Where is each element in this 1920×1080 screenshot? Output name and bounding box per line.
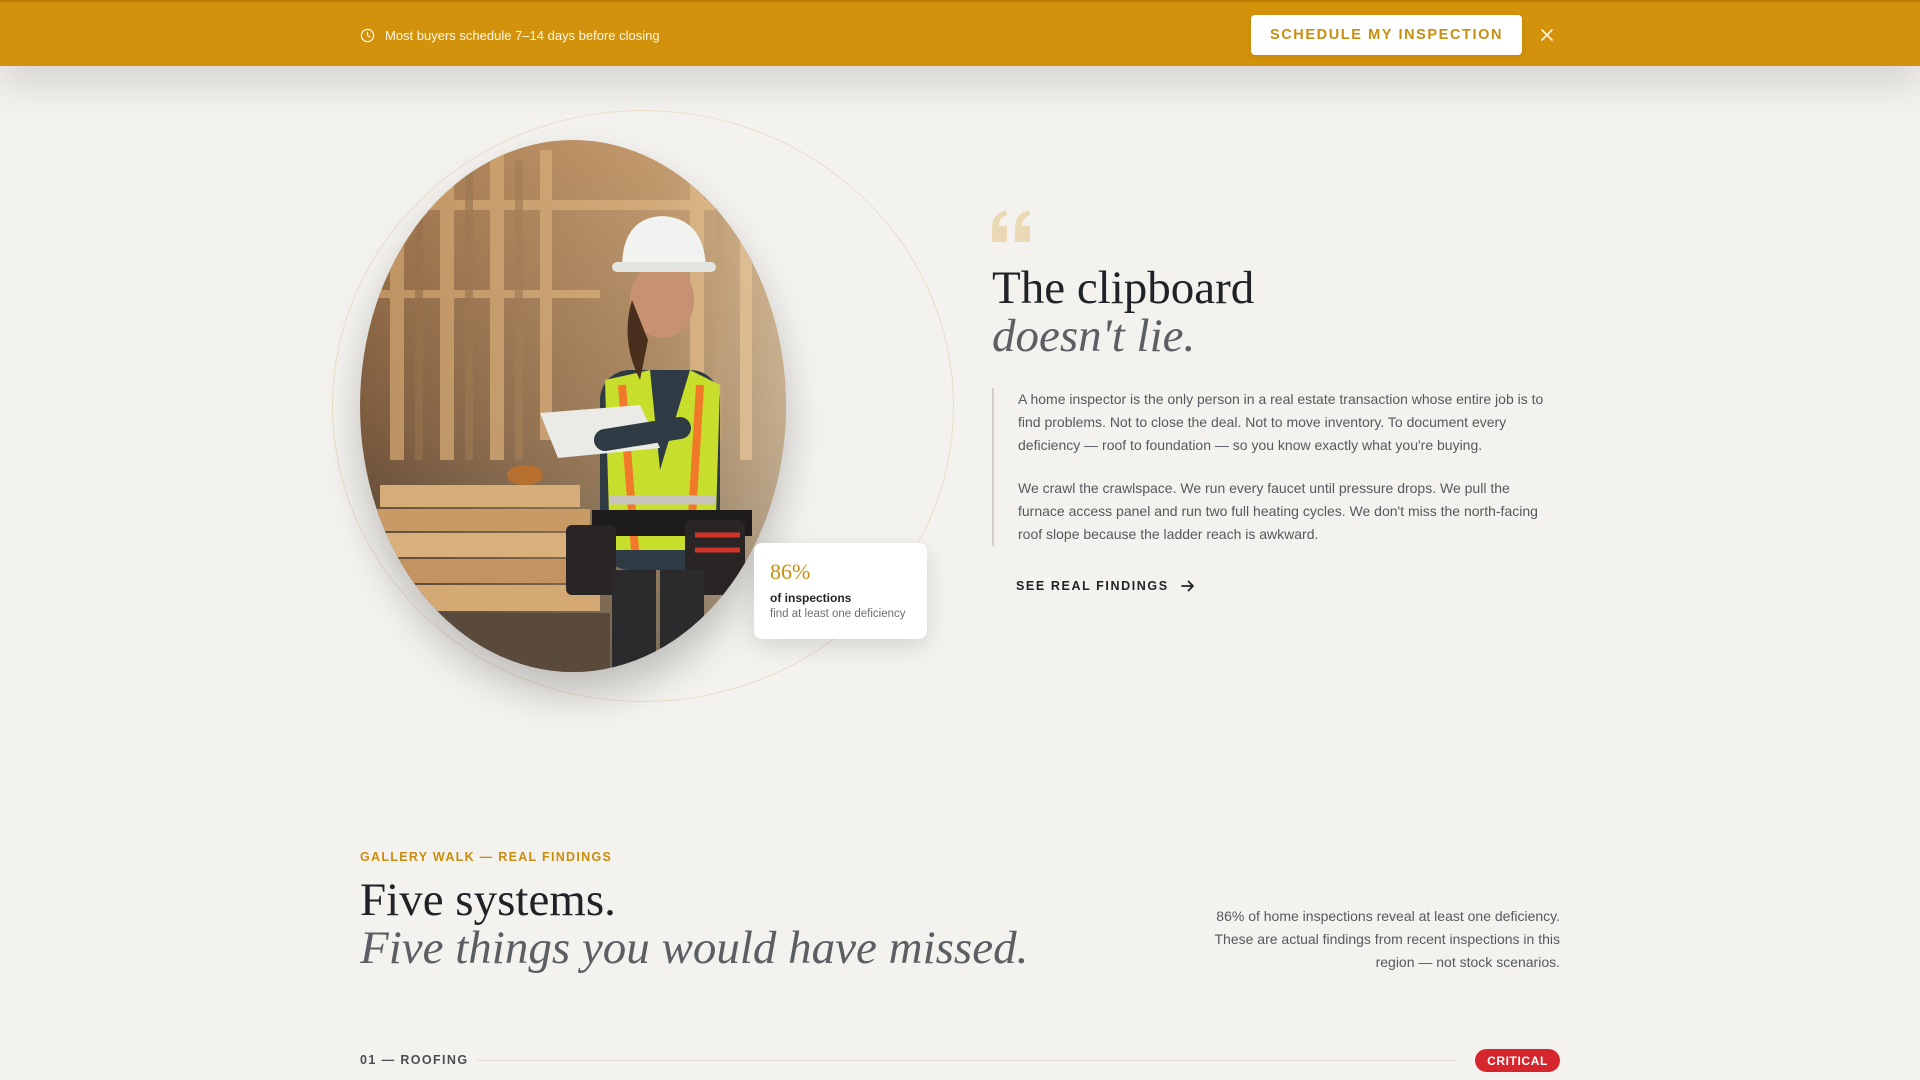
intro-paragraph: We crawl the crawlspace. We run every fa…	[1018, 480, 1538, 542]
schedule-inspection-button[interactable]: SCHEDULE MY INSPECTION	[1251, 15, 1522, 55]
intro-paragraph: A home inspector is the only person in a…	[1018, 391, 1544, 453]
announcement-banner: Most buyers schedule 7–14 days before cl…	[0, 0, 1920, 66]
see-real-findings-label: SEE REAL FINDINGS	[1016, 579, 1169, 593]
close-banner-button[interactable]	[1535, 23, 1559, 47]
intro-heading-line2: doesn't lie.	[992, 310, 1196, 362]
finding-row-divider	[477, 1060, 1457, 1061]
finding-row-label: 01 — ROOFING	[360, 1053, 469, 1067]
quote-icon	[992, 210, 1030, 242]
close-icon	[1541, 29, 1553, 41]
inspector-photo	[360, 140, 786, 672]
stat-label: of inspections	[770, 591, 852, 605]
inspector-illustration	[360, 140, 786, 672]
stat-sublabel: find at least one deficiency	[770, 608, 906, 620]
gallery-heading-line2: Five things you would have missed.	[360, 922, 1029, 974]
inspection-stat-card: 86% of inspections find at least one def…	[754, 543, 927, 639]
arrow-right-icon	[1180, 580, 1194, 592]
intro-heading-line1: The clipboard	[992, 262, 1255, 314]
clock-icon	[360, 28, 375, 42]
gallery-heading-line1: Five systems.	[360, 874, 616, 926]
banner-message-text: Most buyers schedule 7–14 days before cl…	[385, 27, 660, 43]
severity-badge: CRITICAL	[1475, 1049, 1560, 1072]
intro-heading: The clipboard doesn't lie.	[992, 264, 1254, 360]
gallery-heading: Five systems. Five things you would have…	[360, 876, 1028, 972]
gallery-eyebrow: GALLERY WALK — REAL FINDINGS	[360, 850, 613, 864]
gallery-description: 86% of home inspections reveal at least …	[1214, 908, 1560, 970]
intro-body: A home inspector is the only person in a…	[992, 388, 1547, 546]
banner-message: Most buyers schedule 7–14 days before cl…	[360, 2, 660, 68]
see-real-findings-link[interactable]: SEE REAL FINDINGS	[1016, 579, 1195, 593]
stat-value: 86%	[770, 559, 811, 584]
